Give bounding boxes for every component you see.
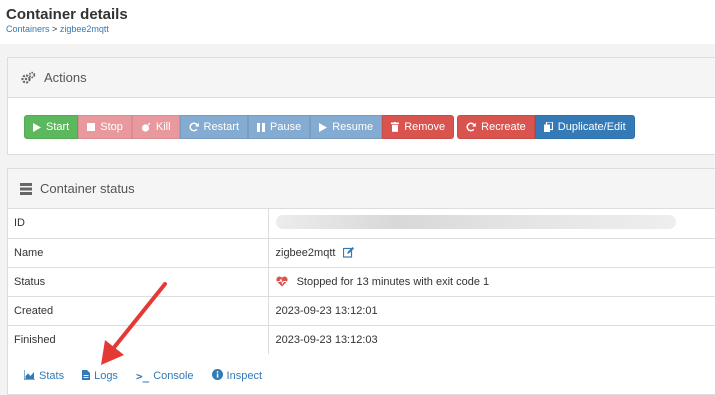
play-icon	[33, 122, 41, 132]
logs-link-label: Logs	[94, 370, 118, 382]
recreate-button-label: Recreate	[481, 121, 526, 133]
restart-button-label: Restart	[203, 121, 240, 133]
container-name: zigbee2mqtt	[275, 246, 336, 259]
start-button[interactable]: Start	[24, 115, 79, 139]
kill-button-label: Kill	[155, 121, 171, 133]
redacted-id-value	[275, 214, 676, 229]
remove-button[interactable]: Remove	[382, 115, 455, 139]
stats-link[interactable]: Stats	[23, 369, 65, 383]
server-icon	[20, 182, 32, 195]
info-circle-icon	[211, 369, 223, 383]
file-text-icon	[82, 369, 91, 383]
status-label: Status	[8, 266, 269, 296]
restart-button[interactable]: Restart	[179, 115, 249, 139]
heartbeat-icon	[275, 276, 288, 287]
inspect-link[interactable]: Inspect	[211, 369, 263, 383]
refresh-icon	[189, 122, 199, 132]
status-text: Stopped for 13 minutes with exit code 1	[296, 275, 490, 288]
pause-button[interactable]: Pause	[248, 115, 311, 139]
container-status-panel-title: Container status	[40, 181, 135, 196]
created-label: Created	[8, 295, 269, 325]
console-link[interactable]: >_ Console	[136, 369, 194, 383]
area-chart-icon	[23, 369, 35, 383]
inspect-link-label: Inspect	[226, 370, 263, 382]
created-value: 2023-09-23 13:12:01	[268, 295, 715, 325]
terminal-icon: >_	[135, 369, 150, 383]
table-row: Status Stopped for 13 minutes with exit …	[8, 266, 715, 296]
breadcrumb-separator: >	[52, 24, 58, 34]
breadcrumb: Containers > zigbee2mqtt	[6, 24, 109, 34]
gears-icon	[20, 71, 36, 85]
actions-panel-title: Actions	[44, 70, 87, 85]
id-label: ID	[8, 209, 269, 238]
container-quick-links: Stats Logs >_ Console Inspect	[23, 369, 263, 383]
table-row: Finished 2023-09-23 13:12:03	[8, 324, 715, 354]
actions-panel: Actions Start Stop Kill Restart Pause Re…	[7, 57, 715, 155]
duplicate-edit-button-label: Duplicate/Edit	[557, 121, 626, 133]
resume-button-label: Resume	[332, 121, 374, 133]
container-status-panel-header: Container status	[8, 169, 715, 209]
logs-link[interactable]: Logs	[82, 369, 118, 383]
name-value-cell: zigbee2mqtt	[268, 237, 715, 267]
console-link-label: Console	[153, 370, 194, 382]
play-icon	[319, 122, 328, 132]
stats-link-label: Stats	[39, 370, 65, 382]
table-row: ID	[8, 209, 715, 238]
trash-icon	[391, 122, 400, 132]
container-status-table: ID Name zigbee2mqtt Status Stopped for 1…	[8, 209, 715, 354]
stop-button-label: Stop	[100, 121, 123, 133]
actions-panel-header: Actions	[8, 58, 715, 98]
id-value	[268, 209, 715, 238]
copy-icon	[543, 122, 553, 132]
breadcrumb-current: zigbee2mqtt	[59, 24, 109, 34]
name-label: Name	[8, 237, 269, 267]
duplicate-edit-button[interactable]: Duplicate/Edit	[534, 115, 635, 139]
finished-value: 2023-09-23 13:12:03	[268, 324, 715, 354]
table-row: Created 2023-09-23 13:12:01	[8, 295, 715, 325]
recreate-button[interactable]: Recreate	[457, 115, 535, 139]
page-header: Container details Containers > zigbee2mq…	[0, 0, 715, 44]
bomb-icon	[141, 122, 151, 132]
table-row: Name zigbee2mqtt	[8, 237, 715, 267]
pause-button-label: Pause	[270, 121, 302, 133]
remove-button-label: Remove	[404, 121, 446, 133]
pause-icon	[257, 122, 266, 132]
finished-label: Finished	[8, 324, 269, 354]
start-button-label: Start	[46, 121, 70, 133]
status-value-cell: Stopped for 13 minutes with exit code 1	[268, 266, 715, 296]
action-buttons: Start Stop Kill Restart Pause Resume Rem…	[24, 115, 635, 139]
resume-button[interactable]: Resume	[310, 115, 383, 139]
stop-button[interactable]: Stop	[78, 115, 132, 139]
container-status-panel: Container status ID Name zigbee2mqtt Sta…	[7, 168, 715, 395]
refresh-icon	[466, 122, 476, 132]
breadcrumb-containers-link[interactable]: Containers	[6, 24, 50, 34]
edit-icon[interactable]	[342, 247, 354, 258]
kill-button[interactable]: Kill	[131, 115, 180, 139]
stop-icon	[87, 123, 96, 131]
page-title: Container details	[6, 6, 128, 23]
